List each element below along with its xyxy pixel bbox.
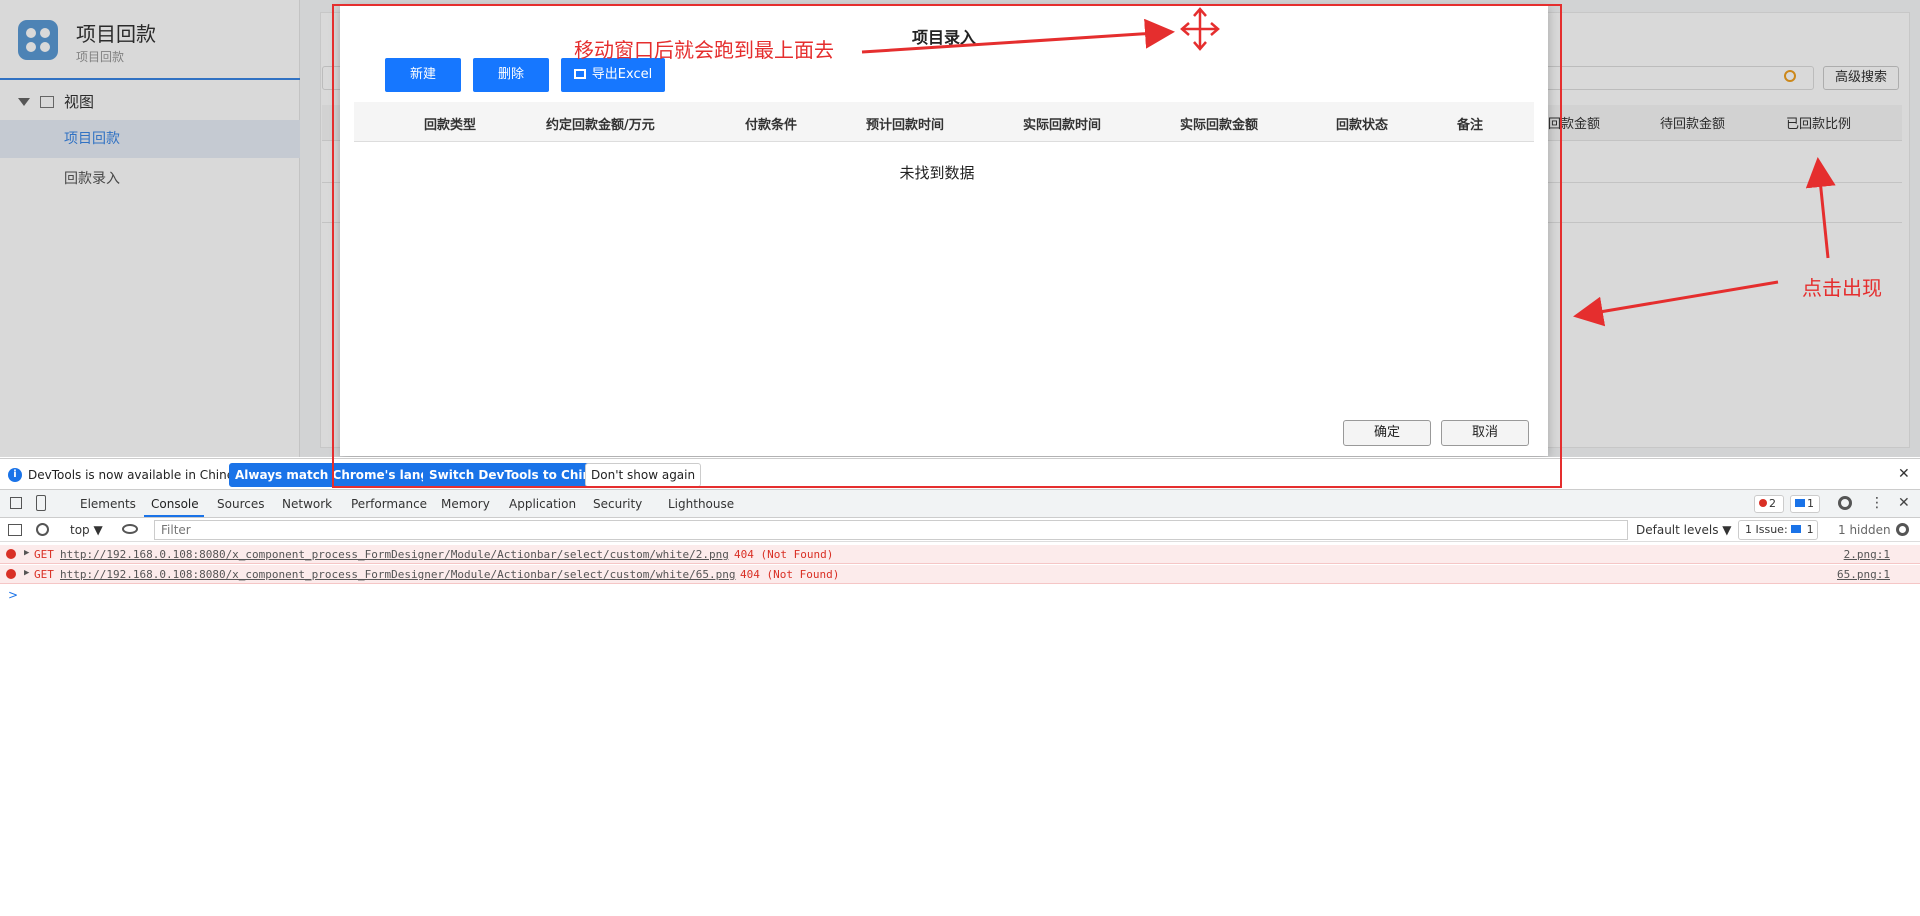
- col-actual-time: 实际回款时间: [1023, 118, 1102, 133]
- log-levels-select[interactable]: Default levels ▼: [1636, 523, 1732, 537]
- notice-text: DevTools is now available in Chinese!: [28, 468, 253, 482]
- cancel-button[interactable]: 取消: [1441, 420, 1529, 446]
- tab-security[interactable]: Security: [593, 497, 642, 511]
- col-expected-time: 预计回款时间: [866, 118, 945, 133]
- export-excel-button[interactable]: 导出Excel: [561, 58, 665, 92]
- log-status: 404 (Not Found): [734, 548, 834, 561]
- message-count-badge[interactable]: 1: [1790, 495, 1820, 513]
- annotation-right-note: 点击出现: [1802, 276, 1882, 300]
- console-sidebar-icon[interactable]: [8, 524, 22, 536]
- empty-message: 未找到数据: [899, 164, 975, 182]
- excel-icon: [573, 69, 586, 79]
- tab-network[interactable]: Network: [282, 497, 332, 511]
- issues-count: 1: [1806, 523, 1814, 536]
- log-url-link[interactable]: http://192.168.0.108:8080/x_component_pr…: [60, 568, 736, 581]
- col-agreed-amount: 约定回款金额/万元: [546, 118, 655, 133]
- confirm-button[interactable]: 确定: [1343, 420, 1431, 446]
- inspect-icon[interactable]: [10, 497, 22, 509]
- log-status: 404 (Not Found): [740, 568, 840, 581]
- console-settings-gear-icon[interactable]: [1896, 523, 1909, 536]
- col-payment-type: 回款类型: [424, 118, 477, 133]
- error-icon: [6, 549, 16, 559]
- annotation-top-note: 移动窗口后就会跑到最上面去: [574, 38, 834, 62]
- clear-console-icon[interactable]: [36, 523, 49, 536]
- device-toolbar-icon[interactable]: [36, 495, 46, 511]
- log-source-link[interactable]: 65.png:1: [1837, 568, 1890, 581]
- message-icon: [1795, 499, 1805, 507]
- log-method: GET: [34, 548, 54, 561]
- col-actual-amount: 实际回款金额: [1180, 118, 1259, 133]
- dont-show-again-button[interactable]: Don't show again: [585, 463, 702, 487]
- expand-triangle-icon[interactable]: ▶: [24, 548, 29, 558]
- settings-gear-icon[interactable]: [1838, 496, 1852, 510]
- project-entry-dialog[interactable]: 项目录入 新建 删除 导出Excel 回款类型 约定回款金额/万元 付款条件 预…: [340, 6, 1548, 456]
- tab-application[interactable]: Application: [509, 497, 576, 511]
- col-remarks: 备注: [1457, 118, 1484, 133]
- tab-sources[interactable]: Sources: [217, 497, 264, 511]
- error-icon: [1759, 499, 1767, 507]
- error-count: 2: [1769, 497, 1776, 510]
- active-tab-indicator: [144, 515, 204, 517]
- issues-badge[interactable]: 1 Issue: 1: [1738, 520, 1818, 540]
- devtools-tabbar: Elements Console Sources Network Perform…: [0, 490, 1920, 518]
- tab-performance[interactable]: Performance: [351, 497, 427, 511]
- delete-button[interactable]: 删除: [473, 58, 549, 92]
- filter-input[interactable]: [154, 520, 1628, 540]
- close-icon[interactable]: ✕: [1898, 466, 1910, 482]
- error-count-badge[interactable]: 2: [1754, 495, 1784, 513]
- tab-console[interactable]: Console: [151, 497, 199, 511]
- message-count: 1: [1807, 497, 1814, 510]
- info-icon: i: [8, 468, 22, 482]
- export-excel-label: 导出Excel: [591, 67, 653, 82]
- hidden-count: 1 hidden: [1838, 523, 1891, 537]
- error-icon: [6, 569, 16, 579]
- log-url-link[interactable]: http://192.168.0.108:8080/x_component_pr…: [60, 548, 729, 561]
- devtools-close-icon[interactable]: ✕: [1898, 495, 1910, 511]
- dialog-title[interactable]: 项目录入: [340, 24, 1548, 48]
- app-window: 项目回款 项目回款 视图 项目回款 回款录入 高级搜索 回款金额 待回款金额 已…: [0, 0, 1920, 457]
- log-source-link[interactable]: 2.png:1: [1844, 548, 1890, 561]
- col-payment-terms: 付款条件: [745, 118, 798, 133]
- log-method: GET: [34, 568, 54, 581]
- console-toolbar: top ▼ Default levels ▼ 1 Issue: 1 1 hidd…: [0, 518, 1920, 542]
- console-log-row[interactable]: ▶ GET http://192.168.0.108:8080/x_compon…: [0, 545, 1920, 564]
- issues-label: 1 Issue:: [1745, 523, 1788, 536]
- new-button[interactable]: 新建: [385, 58, 461, 92]
- issue-icon: [1791, 525, 1802, 533]
- tab-elements[interactable]: Elements: [80, 497, 136, 511]
- expand-triangle-icon[interactable]: ▶: [24, 568, 29, 578]
- context-select[interactable]: top ▼: [70, 523, 103, 537]
- console-prompt[interactable]: >: [8, 588, 18, 602]
- tab-lighthouse[interactable]: Lighthouse: [668, 497, 734, 511]
- tab-memory[interactable]: Memory: [441, 497, 490, 511]
- live-expression-eye-icon[interactable]: [122, 524, 138, 534]
- console-log-row[interactable]: ▶ GET http://192.168.0.108:8080/x_compon…: [0, 565, 1920, 584]
- devtools-language-notice: i DevTools is now available in Chinese! …: [0, 458, 1920, 490]
- col-payment-status: 回款状态: [1336, 118, 1389, 133]
- more-options-icon[interactable]: ⋮: [1870, 495, 1884, 511]
